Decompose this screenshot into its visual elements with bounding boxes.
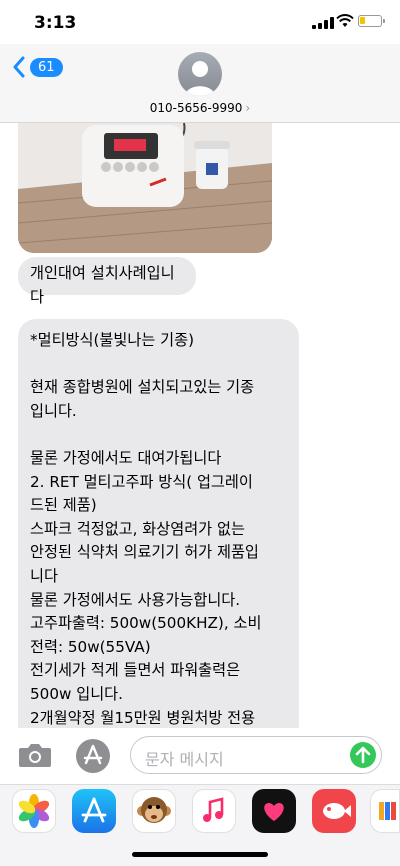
message-line: 물론 가정에서도 사용가능합니다. [30,590,241,609]
input-bar: 문자 메시지 [0,728,400,784]
signal-icon [312,17,334,29]
back-button[interactable]: 61 [12,56,63,78]
send-button[interactable] [350,742,376,768]
message-bubble-2[interactable]: *멀티방식(불빛나는 기종) 현재 종합병원에 설치되고있는 기종 입니다. 물… [18,319,299,728]
music-app-icon[interactable] [192,789,236,833]
photos-flower-icon [18,794,50,828]
message-line: 500w 입니다. [30,684,123,703]
monkey-icon [137,797,171,823]
message-line: *멀티방식(불빛나는 기종) [30,331,194,349]
person-icon [185,61,215,96]
message-line: 2개월약정 월15만원 병원처방 전용 [30,708,256,727]
message-bubble-1[interactable]: 개인대여 설치사례입니다 [18,257,196,306]
photos-app-icon[interactable] [12,789,56,833]
arrow-up-icon [355,746,371,764]
app-drawer [0,784,400,866]
contact-avatar[interactable] [178,52,222,96]
message-input-placeholder: 문자 메시지 [145,750,224,769]
message-text: 개인대여 설치사례입니다 [30,264,175,306]
message-line: 전력: 50w(55VA) [30,637,151,656]
message-line: 입니다. [30,401,77,420]
message-line: 2. RET 멀티고주파 방식( 업그레이 [30,472,253,491]
chevron-right-icon: › [245,101,251,115]
status-bar: 3:13 [0,0,400,44]
apps-button[interactable] [76,739,110,773]
camera-icon[interactable] [18,742,52,768]
message-line: 전기세가 적게 들면서 파워출력은 [30,661,241,680]
wifi-icon [336,14,354,27]
app-7-icon[interactable] [370,789,400,833]
conversation-header: 61 010-5656-9990 › [0,44,400,123]
message-line: 안정된 식약처 의료기기 허가 제품입 [30,543,259,562]
message-line: 니다 [30,566,58,585]
app-store-app-icon[interactable] [72,789,116,833]
message-line: 스파크 걱정없고, 화상염려가 없는 [30,519,245,538]
device-photo-image [18,123,272,253]
contact-number: 010-5656-9990 [149,101,243,115]
contact-name[interactable]: 010-5656-9990 › [0,101,400,115]
message-line: 고주파출력: 500w(500KHZ), 소비 [30,614,262,633]
heart-hand-icon [264,803,284,821]
message-line: 물론 가정에서도 대여가됩니다 [30,448,222,467]
status-time: 3:13 [34,13,77,33]
message-photo[interactable] [18,123,272,253]
app-6-icon[interactable] [312,789,356,833]
message-gap [30,353,287,377]
app-store-glyph-icon [81,797,107,823]
message-gap [30,423,287,447]
digital-touch-app-icon[interactable] [252,789,296,833]
message-input[interactable]: 문자 메시지 [130,736,382,774]
message-list[interactable]: 개인대여 설치사례입니다 *멀티방식(불빛나는 기종) 현재 종합병원에 설치되… [0,123,400,728]
home-indicator[interactable] [132,852,268,857]
unread-badge: 61 [30,57,63,77]
music-note-icon [203,797,224,822]
chevron-left-icon [13,56,25,78]
fish-icon [323,803,351,819]
partial-app-icon [379,802,396,820]
battery-icon [358,15,385,27]
animoji-app-icon[interactable] [132,789,176,833]
message-line: 드된 제품) [30,496,97,515]
app-store-icon [83,744,103,765]
message-line: 현재 종합병원에 설치되고있는 기종 [30,378,255,397]
